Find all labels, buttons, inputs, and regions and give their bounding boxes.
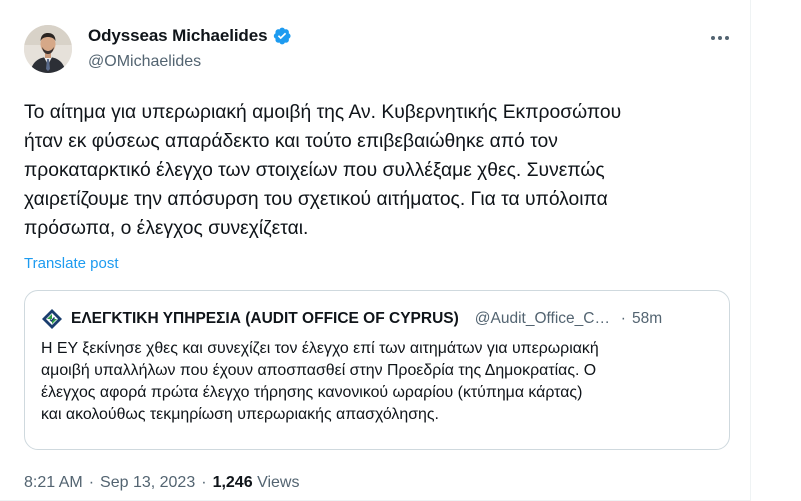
quoted-dot-separator: ·	[620, 310, 626, 327]
meta-separator: ·	[88, 474, 95, 491]
author-avatar[interactable]	[24, 25, 72, 73]
quoted-tweet-text: Η ΕΥ ξεκίνησε χθες και συνεχίζει τον έλε…	[41, 340, 599, 423]
views-label: Views	[257, 474, 300, 491]
quoted-timestamp: 58m	[631, 310, 663, 327]
author-name-row: Odysseas Michaelides	[88, 26, 292, 46]
quoted-author-name: ΕΛΕΓΚΤΙΚΗ ΥΠΗΡΕΣΙΑ (AUDIT OFFICE OF CYPR…	[71, 310, 459, 327]
timeline-border	[750, 0, 751, 501]
quoted-author-handle: @Audit_Office_Cyprus	[474, 310, 615, 327]
meta-separator-2: ·	[201, 474, 207, 491]
more-horizontal-icon[interactable]	[708, 30, 732, 46]
quoted-tweet[interactable]: ΕΛΕΓΚΤΙΚΗ ΥΠΗΡΕΣΙΑ (AUDIT OFFICE OF CYPR…	[24, 290, 730, 450]
author-handle[interactable]: @OMichaelides	[88, 53, 201, 71]
audit-office-logo-icon	[41, 308, 63, 330]
tweet-text: Το αίτημα για υπερωριακή αμοιβή της Αν. …	[24, 102, 622, 239]
tweet-date[interactable]: Sep 13, 2023	[100, 474, 195, 491]
views-count: 1,246	[212, 474, 253, 491]
tweet-metadata: 8:21 AM · Sep 13, 2023 · 1,246 Views	[24, 474, 299, 492]
quoted-tweet-header: ΕΛΕΓΚΤΙΚΗ ΥΠΗΡΕΣΙΑ (AUDIT OFFICE OF CYPR…	[41, 308, 713, 330]
translate-post-link[interactable]: Translate post	[24, 255, 119, 272]
tweet-time[interactable]: 8:21 AM	[24, 474, 83, 491]
author-name[interactable]: Odysseas Michaelides	[88, 26, 268, 46]
verified-badge-icon	[272, 26, 292, 46]
